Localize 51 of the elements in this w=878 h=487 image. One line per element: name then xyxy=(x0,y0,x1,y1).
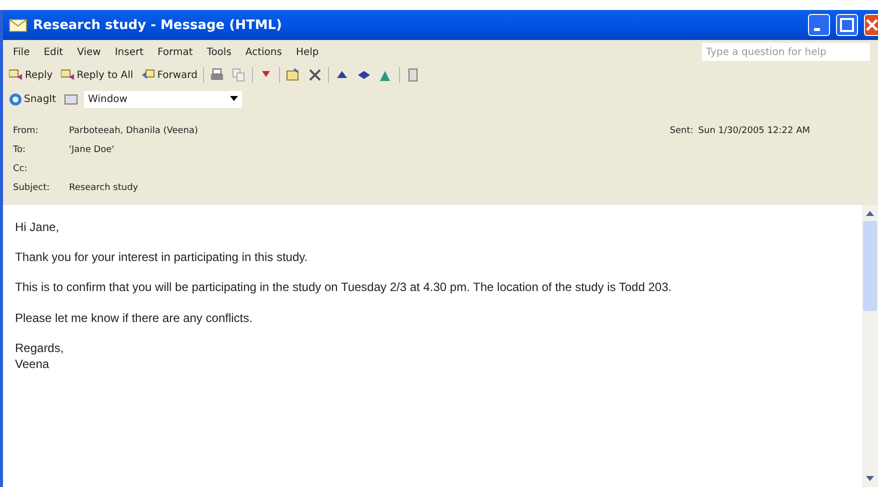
envelope-icon xyxy=(60,69,75,81)
menu-item[interactable]: File xyxy=(13,46,30,58)
snagit-button[interactable]: SnagIt xyxy=(7,92,58,106)
header-value: 'Jane Doe' xyxy=(69,144,114,154)
dropdown-arrow-icon xyxy=(230,96,238,102)
message-paragraph: Hi Jane, xyxy=(15,219,60,236)
close-button[interactable] xyxy=(864,14,878,36)
toolbar-button[interactable]: Forward xyxy=(139,69,200,81)
message-paragraph: Please let me know if there are any conflicts. xyxy=(15,310,254,326)
scrollbar-thumb[interactable] xyxy=(863,221,877,311)
maximize-icon xyxy=(840,18,854,32)
menu-item[interactable]: Tools xyxy=(206,46,232,58)
toolbar-button[interactable]: Reply xyxy=(7,69,55,81)
close-icon xyxy=(865,18,878,32)
delete-icon xyxy=(308,68,322,82)
menu-item[interactable]: Edit xyxy=(44,46,64,58)
menu-item[interactable]: Help xyxy=(296,46,319,58)
scroll-down-icon xyxy=(865,475,875,483)
page-icon xyxy=(406,68,420,82)
message-paragraph: Thank you for your interest in participating in this study. xyxy=(15,249,309,266)
header-label: From: xyxy=(13,126,40,136)
copy-icon xyxy=(232,68,246,82)
message-paragraph: This is to confirm that you will be participating in the study on Tuesday 2/3 at 4.30 pm. The location of the study is Todd 203. xyxy=(15,279,673,296)
sent-label: Sent: xyxy=(670,126,694,136)
maximize-button[interactable] xyxy=(836,14,858,36)
toolbar-button[interactable]: Reply to All xyxy=(58,69,136,81)
printer-icon xyxy=(210,68,224,82)
capture-button[interactable] xyxy=(62,93,80,105)
header-label: Subject: xyxy=(13,182,51,192)
menu-item[interactable]: Format xyxy=(158,46,193,58)
envelope-icon xyxy=(9,18,27,32)
help-search-field[interactable]: Type a question for help xyxy=(702,43,870,61)
diamond-icon xyxy=(357,68,372,82)
header-label: To: xyxy=(13,144,27,154)
minimize-button[interactable] xyxy=(808,14,830,36)
header-label: Cc: xyxy=(13,164,28,174)
minimize-icon xyxy=(814,28,820,31)
header-value: Parboteeah, Dhanila (Veena) xyxy=(69,126,198,136)
envelope-icon xyxy=(9,69,23,81)
folder-icon xyxy=(286,68,300,82)
sent-date: Sun 1/30/2005 12:22 AM xyxy=(698,126,810,136)
menu-item[interactable]: View xyxy=(77,46,101,58)
scroll-up-icon xyxy=(865,209,875,217)
header-value: Research study xyxy=(69,182,138,192)
message-paragraph: Regards, Veena xyxy=(15,340,65,372)
window-title: Research study - Message (HTML) xyxy=(33,18,282,32)
menu-item[interactable]: Insert xyxy=(114,46,144,58)
capture-mode-dropdown[interactable]: Window xyxy=(84,90,242,108)
scrollbar[interactable] xyxy=(862,205,878,487)
menu-item[interactable]: Actions xyxy=(245,46,282,58)
envelope-icon xyxy=(141,69,156,81)
